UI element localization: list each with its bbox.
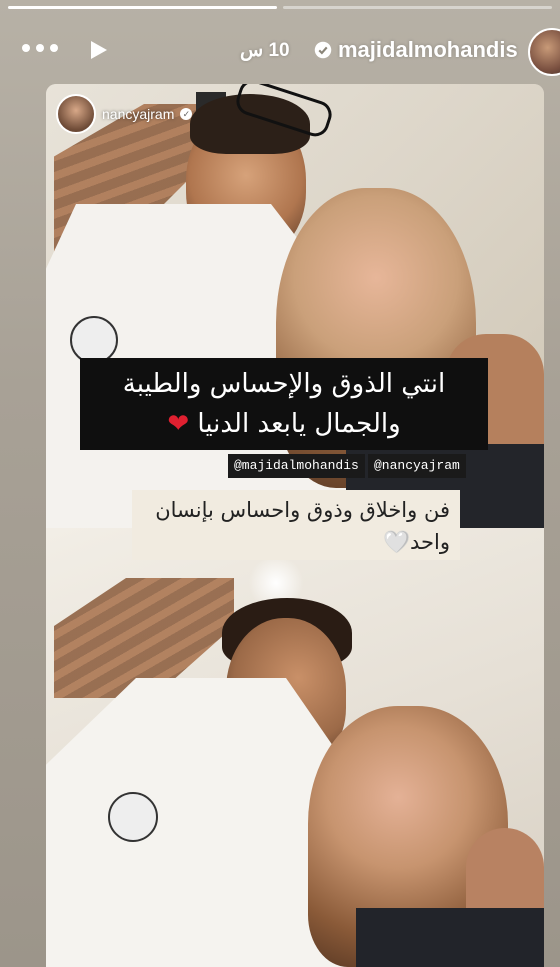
story-card: nancyajram ✓ انتي الذوق والإحساس والطيبة…	[46, 84, 544, 967]
shirt-emblem	[70, 316, 118, 364]
tagged-username: nancyajram	[102, 106, 175, 122]
quote-line-2-wrap: والجمال يابعد الدنيا ❤	[80, 404, 488, 444]
quote-line-2: والجمال يابعد الدنيا	[197, 409, 401, 439]
white-shirt	[46, 678, 346, 967]
caption-line-1: فن واخلاق وذوق واحساس بإنسان	[155, 498, 450, 522]
mention-nancyajram[interactable]: @nancyajram	[368, 454, 466, 478]
quote-box: انتي الذوق والإحساس والطيبة والجمال يابع…	[80, 358, 488, 450]
story-progress	[8, 6, 552, 9]
tagged-avatar	[56, 94, 96, 134]
photo-bottom	[46, 528, 544, 967]
verified-icon	[314, 41, 332, 59]
progress-segment	[8, 6, 277, 9]
tagged-user[interactable]: nancyajram ✓	[56, 94, 193, 134]
heart-icon: ❤	[167, 409, 190, 439]
caption-line-2: واحد	[410, 530, 450, 554]
play-icon[interactable]	[86, 38, 110, 62]
more-icon[interactable]	[22, 38, 62, 58]
shirt-emblem	[108, 792, 158, 842]
caption-box: فن واخلاق وذوق واحساس بإنسان واحد🤍	[132, 490, 460, 560]
photo-top: nancyajram ✓ انتي الذوق والإحساس والطيبة…	[46, 84, 544, 528]
progress-segment	[283, 6, 552, 9]
mention-majidalmohandis[interactable]: @majidalmohandis	[228, 454, 365, 478]
story-time: 10 س	[240, 40, 290, 61]
story-username[interactable]: majidalmohandis	[338, 37, 518, 63]
verified-icon: ✓	[180, 108, 193, 120]
white-heart-icon: 🤍	[383, 530, 411, 554]
caption-line-2-wrap: واحد🤍	[142, 526, 450, 558]
avatar[interactable]	[528, 28, 560, 76]
dark-clothing	[356, 908, 544, 967]
quote-line-1: انتي الذوق والإحساس والطيبة	[122, 369, 446, 399]
story-header: 10 س majidalmohandis	[0, 24, 560, 80]
